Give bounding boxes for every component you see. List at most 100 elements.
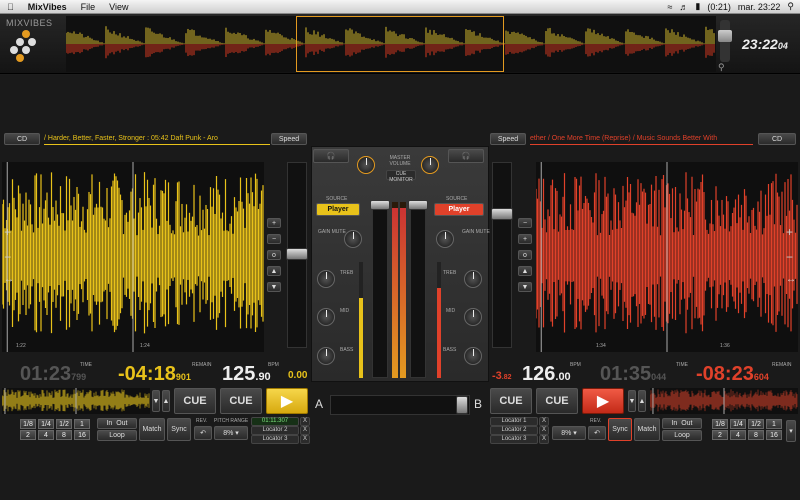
right-channel-thumb[interactable] bbox=[408, 200, 428, 210]
right-reset-button[interactable]: o bbox=[518, 250, 532, 260]
left-loop-size[interactable]: 1 bbox=[74, 419, 90, 429]
right-locator-1-delete[interactable]: X bbox=[539, 417, 549, 426]
left-pitch-range[interactable]: 8% ▾ bbox=[214, 426, 248, 440]
right-nudge-up[interactable]: ▲ bbox=[638, 390, 646, 412]
right-loop-button[interactable]: Loop bbox=[662, 430, 702, 441]
left-waveform[interactable] bbox=[2, 162, 264, 352]
left-locator-1-delete[interactable]: X bbox=[300, 417, 310, 426]
left-bass-knob[interactable] bbox=[317, 347, 335, 365]
master-volume-knob[interactable] bbox=[357, 156, 375, 174]
right-headphone-button[interactable]: 🎧 bbox=[448, 149, 484, 163]
right-in-out[interactable]: In Out bbox=[662, 418, 702, 429]
left-cue-button-2[interactable]: CUE bbox=[220, 388, 262, 414]
cue-monitor-label[interactable]: CUE MONITOR bbox=[386, 170, 416, 183]
right-mini-waveform[interactable] bbox=[650, 388, 798, 414]
right-plus-button[interactable]: + bbox=[518, 234, 532, 244]
right-pitch-fader[interactable] bbox=[492, 162, 512, 348]
right-minus-button[interactable]: − bbox=[518, 218, 532, 228]
left-loop-size[interactable]: 4 bbox=[38, 430, 54, 440]
left-zoom-in-icon[interactable]: + bbox=[4, 225, 11, 239]
crossfader-thumb[interactable] bbox=[456, 396, 468, 414]
left-loop-size[interactable]: 16 bbox=[74, 430, 90, 440]
left-locator-3[interactable]: Locator 3 bbox=[251, 435, 299, 444]
right-loop-size[interactable]: 16 bbox=[766, 430, 782, 440]
right-source-player[interactable]: Player bbox=[434, 203, 484, 216]
left-headphone-button[interactable]: 🎧 bbox=[313, 149, 349, 163]
left-loop-size[interactable]: 1/2 bbox=[56, 419, 72, 429]
left-treb-knob[interactable] bbox=[317, 270, 335, 288]
right-loop-size[interactable]: 8 bbox=[748, 430, 764, 440]
right-loop-size[interactable]: 1 bbox=[766, 419, 782, 429]
right-locator-1[interactable]: Locator 1 bbox=[490, 417, 538, 426]
right-gain-knob[interactable] bbox=[436, 230, 454, 248]
right-zoom-out-icon[interactable]: − bbox=[786, 250, 793, 264]
right-up-button[interactable]: ▲ bbox=[518, 266, 532, 276]
left-reverse-button[interactable]: ↶ bbox=[194, 426, 212, 440]
right-loop-menu[interactable]: ▾ bbox=[786, 420, 796, 442]
right-fit-icon[interactable]: ↔ bbox=[786, 274, 796, 285]
left-zoom-out-icon[interactable]: − bbox=[4, 250, 11, 264]
right-locator-3-delete[interactable]: X bbox=[539, 435, 549, 444]
left-in-out[interactable]: In Out bbox=[97, 418, 137, 429]
left-mid-knob[interactable] bbox=[317, 308, 335, 326]
left-nudge-up[interactable]: ▲ bbox=[162, 390, 170, 412]
right-locator-2[interactable]: Locator 2 bbox=[490, 426, 538, 435]
left-channel-thumb[interactable] bbox=[370, 200, 390, 210]
right-cd-button[interactable]: CD bbox=[758, 133, 796, 145]
right-zoom-in-icon[interactable]: + bbox=[786, 225, 793, 239]
left-locator-2-delete[interactable]: X bbox=[300, 426, 310, 435]
menu-view[interactable]: View bbox=[102, 2, 135, 12]
right-locator-3[interactable]: Locator 3 bbox=[490, 435, 538, 444]
left-source-player[interactable]: Player bbox=[316, 203, 360, 216]
right-loop-size[interactable]: 1/2 bbox=[748, 419, 764, 429]
right-speed-button[interactable]: Speed bbox=[490, 133, 526, 145]
left-cue-button-1[interactable]: CUE bbox=[174, 388, 216, 414]
right-nudge-down[interactable]: ▼ bbox=[628, 390, 636, 412]
left-mini-waveform[interactable] bbox=[2, 388, 150, 414]
right-down-button[interactable]: ▼ bbox=[518, 282, 532, 292]
right-match-button[interactable]: Match bbox=[634, 418, 660, 441]
right-loop-size[interactable]: 1/4 bbox=[730, 419, 746, 429]
right-cue-button-1[interactable]: CUE bbox=[490, 388, 532, 414]
left-up-button[interactable]: ▲ bbox=[267, 266, 281, 276]
left-loop-size[interactable]: 8 bbox=[56, 430, 72, 440]
right-waveform[interactable] bbox=[536, 162, 798, 352]
right-play-button[interactable]: ▶ bbox=[582, 388, 624, 414]
overview-selection[interactable] bbox=[296, 16, 504, 72]
right-bass-knob[interactable] bbox=[464, 347, 482, 365]
right-channel-fader[interactable] bbox=[410, 202, 426, 378]
left-locator-2[interactable]: Locator 2 bbox=[251, 426, 299, 435]
left-locator-3-delete[interactable]: X bbox=[300, 435, 310, 444]
crossfader[interactable] bbox=[330, 395, 470, 415]
right-loop-size[interactable]: 1/8 bbox=[712, 419, 728, 429]
left-loop-size[interactable]: 1/4 bbox=[38, 419, 54, 429]
zoom-thumb[interactable] bbox=[718, 30, 732, 42]
right-cue-button-2[interactable]: CUE bbox=[536, 388, 578, 414]
volume-icon[interactable]: ♬ bbox=[679, 2, 688, 12]
left-loop-button[interactable]: Loop bbox=[97, 430, 137, 441]
right-loop-size[interactable]: 2 bbox=[712, 430, 728, 440]
right-loop-size[interactable]: 4 bbox=[730, 430, 746, 440]
spotlight-icon[interactable]: ⚲ bbox=[787, 1, 794, 12]
left-down-button[interactable]: ▼ bbox=[267, 282, 281, 292]
left-reset-button[interactable]: o bbox=[267, 250, 281, 260]
left-channel-fader[interactable] bbox=[372, 202, 388, 378]
left-minus-button[interactable]: − bbox=[267, 234, 281, 244]
right-pitch-thumb[interactable] bbox=[491, 208, 513, 220]
left-play-button[interactable]: ▶ bbox=[266, 388, 308, 414]
left-locator-1[interactable]: 01:11.307 bbox=[251, 417, 299, 426]
left-speed-button[interactable]: Speed bbox=[271, 133, 307, 145]
right-sync-button[interactable]: Sync bbox=[608, 418, 632, 441]
battery-icon[interactable]: ▮ bbox=[695, 1, 700, 12]
zoom-icon[interactable]: ⚲ bbox=[718, 62, 725, 73]
right-pitch-range[interactable]: 8% ▾ bbox=[552, 426, 586, 440]
left-pitch-thumb[interactable] bbox=[286, 248, 308, 260]
left-gain-knob[interactable] bbox=[344, 230, 362, 248]
right-reverse-button[interactable]: ↶ bbox=[588, 426, 606, 440]
left-loop-size[interactable]: 2 bbox=[20, 430, 36, 440]
left-nudge-down[interactable]: ▼ bbox=[152, 390, 160, 412]
left-loop-size[interactable]: 1/8 bbox=[20, 419, 36, 429]
menu-app[interactable]: MixVibes bbox=[21, 2, 74, 12]
left-plus-button[interactable]: + bbox=[267, 218, 281, 228]
left-sync-button[interactable]: Sync bbox=[167, 418, 191, 441]
